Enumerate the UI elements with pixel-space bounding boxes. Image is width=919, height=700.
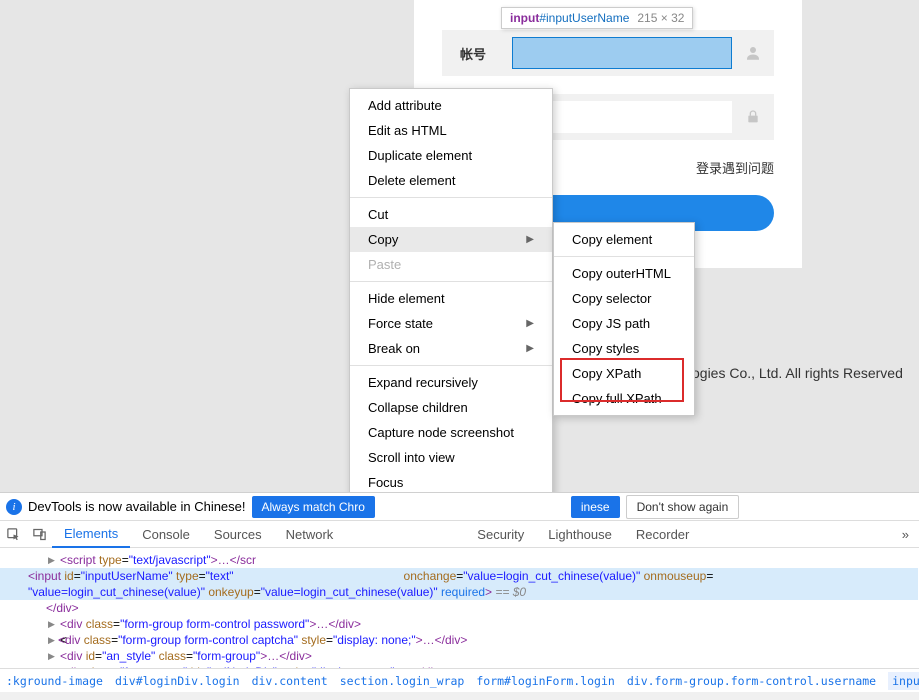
tab-sources[interactable]: Sources	[202, 520, 274, 548]
ctx-item-edit-as-html[interactable]: Edit as HTML	[350, 118, 552, 143]
ctx-item-copy-full-xpath[interactable]: Copy full XPath	[554, 386, 694, 411]
tooltip-id: #inputUserName	[539, 11, 629, 25]
username-label: 帐号	[442, 44, 512, 63]
dismiss-banner-button[interactable]: Don't show again	[626, 495, 740, 519]
tab-network[interactable]: Network	[274, 520, 346, 548]
chevron-right-icon: ▶	[526, 343, 534, 354]
menu-separator	[350, 281, 552, 282]
ctx-item-delete-element[interactable]: Delete element	[350, 168, 552, 193]
menu-separator	[554, 256, 694, 257]
crumb-item[interactable]: section.login_wrap	[340, 674, 465, 688]
ctx-item-copy-xpath[interactable]: Copy XPath	[554, 361, 694, 386]
devtools-banner: i DevTools is now available in Chinese! …	[0, 492, 919, 520]
device-toggle-icon[interactable]	[26, 521, 52, 547]
ctx-item-collapse-children[interactable]: Collapse children	[350, 395, 552, 420]
ctx-item-copy-styles[interactable]: Copy styles	[554, 336, 694, 361]
ctx-item-expand-recursively[interactable]: Expand recursively	[350, 370, 552, 395]
ctx-item-duplicate-element[interactable]: Duplicate element	[350, 143, 552, 168]
tooltip-tag: input	[510, 11, 539, 25]
element-tooltip: input#inputUserName 215 × 32	[501, 7, 693, 29]
copy-submenu[interactable]: Copy elementCopy outerHTMLCopy selectorC…	[553, 222, 695, 416]
chevron-right-icon: ▶	[526, 234, 534, 245]
crumb-item[interactable]: div.form-group.form-control.username	[627, 674, 876, 688]
crumb-item[interactable]: :kground-image	[6, 674, 103, 688]
ctx-item-copy-element[interactable]: Copy element	[554, 227, 694, 252]
tab-security[interactable]: Security	[465, 520, 536, 548]
switch-language-button[interactable]: inese	[571, 496, 620, 518]
crumb-item[interactable]: div.content	[252, 674, 328, 688]
tab-elements[interactable]: Elements	[52, 520, 130, 548]
devtools-tabs: ElementsConsoleSourcesNetwork SecurityLig…	[0, 520, 919, 548]
ctx-item-paste: Paste	[350, 252, 552, 277]
crumb-item[interactable]: form#loginForm.login	[476, 674, 614, 688]
ctx-item-force-state[interactable]: Force state▶	[350, 311, 552, 336]
ctx-item-copy-js-path[interactable]: Copy JS path	[554, 311, 694, 336]
username-row: 帐号	[442, 30, 774, 76]
ctx-item-capture-node-screenshot[interactable]: Capture node screenshot	[350, 420, 552, 445]
ctx-item-add-attribute[interactable]: Add attribute	[350, 93, 552, 118]
tab-lighthouse[interactable]: Lighthouse	[536, 520, 624, 548]
ctx-item-scroll-into-view[interactable]: Scroll into view	[350, 445, 552, 470]
ctx-item-copy[interactable]: Copy▶	[350, 227, 552, 252]
menu-separator	[350, 197, 552, 198]
footer-copyright: ogies Co., Ltd. All rights Reserved	[692, 365, 903, 381]
ctx-item-hide-element[interactable]: Hide element	[350, 286, 552, 311]
elements-panel[interactable]: ▶<script type="text/javascript">…</scr <…	[0, 548, 919, 668]
lock-icon	[732, 94, 774, 140]
tooltip-dimensions: 215 × 32	[637, 11, 684, 25]
ctx-item-copy-selector[interactable]: Copy selector	[554, 286, 694, 311]
ctx-item-copy-outerhtml[interactable]: Copy outerHTML	[554, 261, 694, 286]
info-icon: i	[6, 499, 22, 515]
banner-text: DevTools is now available in Chinese!	[28, 499, 246, 514]
tab-console[interactable]: Console	[130, 520, 202, 548]
crumb-item[interactable]: input#inputUserName	[888, 672, 919, 690]
elements-breadcrumb[interactable]: :kground-image div#loginDiv.login div.cont…	[0, 668, 919, 692]
user-icon	[732, 30, 774, 76]
ctx-item-cut[interactable]: Cut	[350, 202, 552, 227]
ctx-item-break-on[interactable]: Break on▶	[350, 336, 552, 361]
username-input[interactable]	[512, 37, 732, 69]
crumb-item[interactable]: div#loginDiv.login	[115, 674, 240, 688]
tabs-overflow-icon[interactable]: »	[902, 527, 919, 542]
inspect-icon[interactable]	[0, 521, 26, 547]
menu-separator	[350, 365, 552, 366]
match-chrome-button[interactable]: Always match Chro	[252, 496, 375, 518]
chevron-right-icon: ▶	[526, 318, 534, 329]
tab-recorder[interactable]: Recorder	[624, 520, 701, 548]
